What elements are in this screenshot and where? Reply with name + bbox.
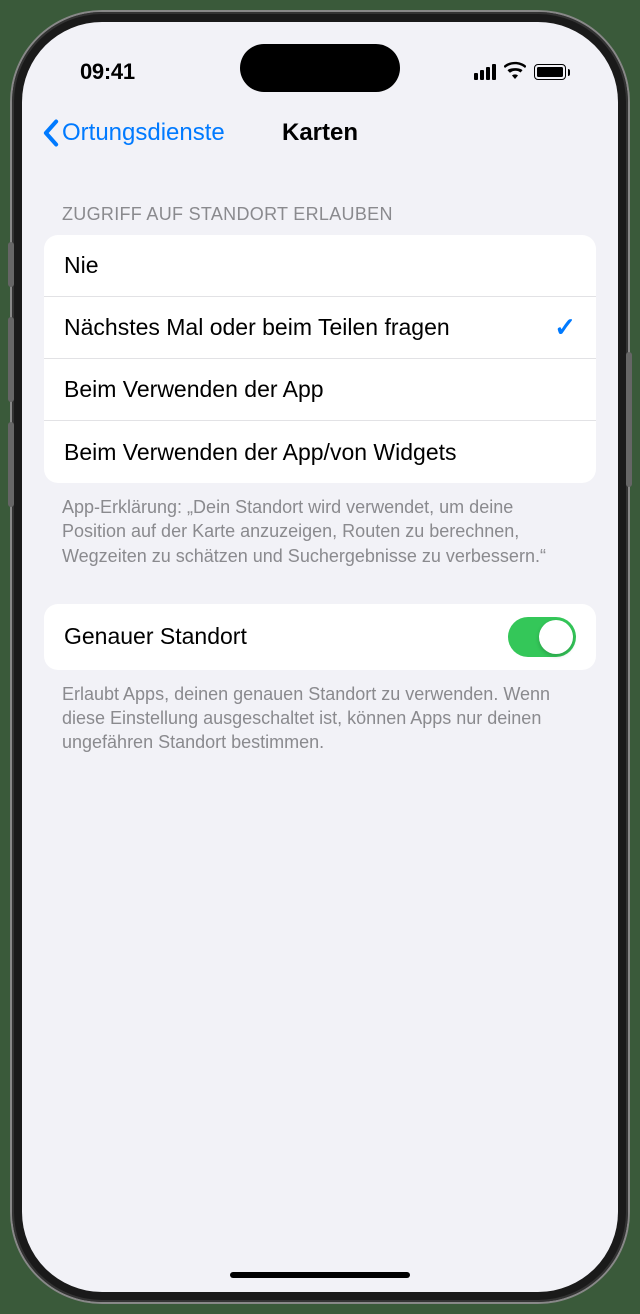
navigation-bar: Ortungsdienste Karten (22, 102, 618, 164)
phone-screen: 09:41 Ortungsdienste Karten (22, 22, 618, 1292)
location-option-while-using-widgets[interactable]: Beim Verwenden der App/von Widgets (44, 421, 596, 483)
volume-down-button (8, 422, 14, 507)
status-icons (474, 59, 570, 85)
location-access-footer: App-Erklärung: „Dein Standort wird verwe… (62, 495, 578, 568)
location-option-never[interactable]: Nie (44, 235, 596, 297)
checkmark-icon: ✓ (554, 312, 576, 343)
silent-switch (8, 242, 14, 287)
location-option-while-using[interactable]: Beim Verwenden der App (44, 359, 596, 421)
chevron-left-icon (42, 119, 60, 147)
home-indicator[interactable] (230, 1272, 410, 1278)
power-button (626, 352, 632, 487)
precise-location-toggle[interactable] (508, 617, 576, 657)
precise-location-section: Genauer Standort Erlaubt Apps, deinen ge… (44, 604, 596, 755)
location-access-header: Zugriff auf Standort erlauben (62, 204, 596, 225)
option-label: Beim Verwenden der App (64, 376, 324, 403)
option-label: Beim Verwenden der App/von Widgets (64, 439, 457, 466)
option-label: Nie (64, 252, 99, 279)
wifi-icon (504, 59, 526, 85)
precise-location-label: Genauer Standort (64, 623, 247, 650)
location-access-group: Nie Nächstes Mal oder beim Teilen fragen… (44, 235, 596, 483)
settings-content: Zugriff auf Standort erlauben Nie Nächst… (22, 204, 618, 755)
back-button-label: Ortungsdienste (62, 119, 225, 147)
precise-location-row: Genauer Standort (44, 604, 596, 670)
page-title: Karten (282, 119, 358, 147)
phone-device-frame: 09:41 Ortungsdienste Karten (12, 12, 628, 1302)
cellular-signal-icon (474, 64, 496, 80)
location-option-ask-next-time[interactable]: Nächstes Mal oder beim Teilen fragen ✓ (44, 297, 596, 359)
volume-up-button (8, 317, 14, 402)
dynamic-island (240, 44, 400, 92)
status-time: 09:41 (80, 59, 135, 85)
back-button[interactable]: Ortungsdienste (42, 119, 225, 147)
option-label: Nächstes Mal oder beim Teilen fragen (64, 314, 450, 341)
precise-location-footer: Erlaubt Apps, deinen genauen Standort zu… (62, 682, 578, 755)
battery-icon (534, 64, 570, 80)
toggle-knob (539, 620, 573, 654)
